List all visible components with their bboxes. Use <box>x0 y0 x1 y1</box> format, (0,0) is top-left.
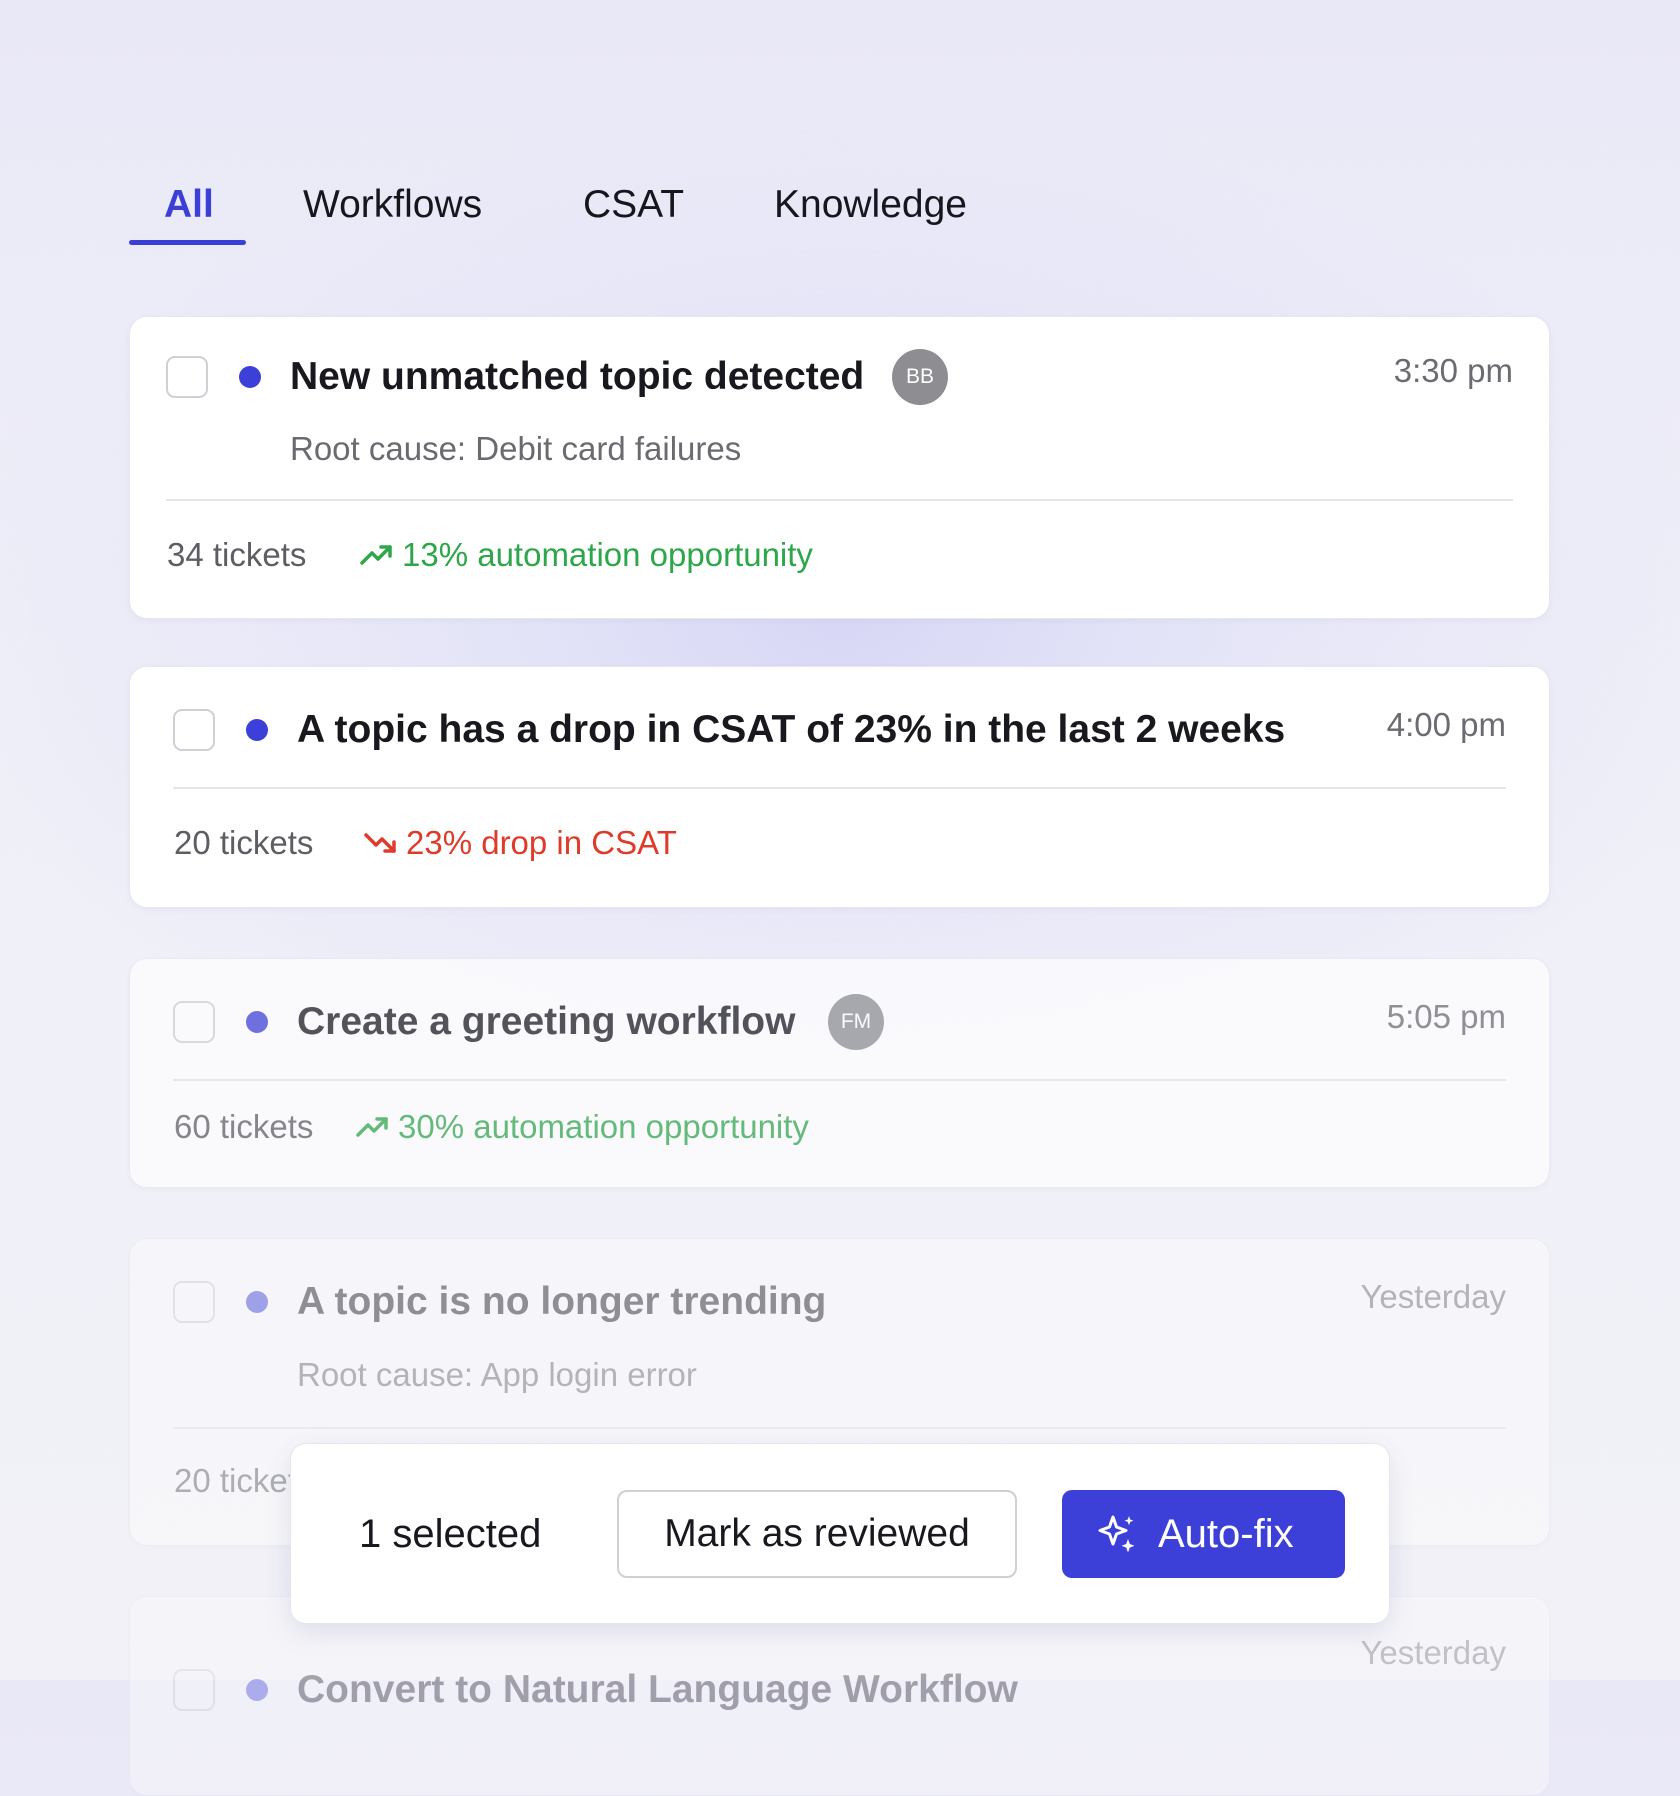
card-time: Yesterday <box>1360 1634 1506 1671</box>
card-title: Convert to Natural Language Workflow <box>297 1668 1018 1711</box>
selected-count: 1 selected <box>359 1512 542 1556</box>
unread-dot <box>246 1679 268 1701</box>
insight-card[interactable]: Create a greeting workflow FM 5:05 pm 60… <box>129 958 1550 1188</box>
tab-workflows[interactable]: Workflows <box>303 180 482 230</box>
card-title: A topic is no longer trending <box>297 1280 827 1323</box>
card-root-cause: Root cause: Debit card failures <box>290 430 742 467</box>
avatar: FM <box>828 994 884 1050</box>
insight-card[interactable]: A topic has a drop in CSAT of 23% in the… <box>129 666 1550 908</box>
card-title: Create a greeting workflow <box>297 1000 796 1043</box>
card-time: 5:05 pm <box>1386 998 1506 1035</box>
card-time: 4:00 pm <box>1386 706 1506 743</box>
insight-card[interactable]: New unmatched topic detected BB 3:30 pm … <box>129 316 1550 619</box>
tab-csat[interactable]: CSAT <box>583 180 684 230</box>
card-divider <box>173 787 1506 789</box>
unread-dot <box>246 1011 268 1033</box>
trend-up-icon <box>356 1117 388 1138</box>
trend-text: 23% drop in CSAT <box>406 824 677 861</box>
card-divider <box>173 1427 1506 1429</box>
card-time: 3:30 pm <box>1393 352 1513 389</box>
tab-all[interactable]: All <box>164 180 214 230</box>
trend-down-icon <box>364 833 396 854</box>
insight-card[interactable]: Convert to Natural Language Workflow Yes… <box>129 1596 1550 1796</box>
trend-text: 13% automation opportunity <box>402 536 813 573</box>
card-title: A topic has a drop in CSAT of 23% in the… <box>297 708 1286 751</box>
trend-up-icon <box>360 545 392 566</box>
trend-label: 30% automation opportunity <box>356 1107 809 1147</box>
active-tab-indicator <box>129 240 246 245</box>
unread-dot <box>246 719 268 741</box>
card-root-cause: Root cause: App login error <box>297 1356 697 1393</box>
card-checkbox[interactable] <box>173 709 215 751</box>
card-divider <box>166 499 1513 501</box>
avatar: BB <box>892 349 948 405</box>
trend-text: 30% automation opportunity <box>398 1108 809 1145</box>
ticket-count: 60 tickets <box>174 1108 314 1145</box>
ticket-count: 20 tickets <box>174 824 314 861</box>
unread-dot <box>246 1291 268 1313</box>
ticket-count: 34 tickets <box>167 536 307 573</box>
card-title: New unmatched topic detected <box>290 355 865 398</box>
card-checkbox[interactable] <box>166 356 208 398</box>
tab-knowledge[interactable]: Knowledge <box>774 180 967 230</box>
tab-bar: All Workflows CSAT Knowledge <box>129 180 1129 248</box>
card-time: Yesterday <box>1360 1278 1506 1315</box>
sparkle-icon <box>1098 1515 1135 1553</box>
auto-fix-button[interactable]: Auto-fix <box>1062 1490 1345 1578</box>
bulk-action-bar: 1 selected Mark as reviewed Auto-fix <box>290 1443 1390 1624</box>
card-divider <box>173 1079 1506 1081</box>
mark-as-reviewed-button[interactable]: Mark as reviewed <box>617 1490 1017 1578</box>
card-checkbox[interactable] <box>173 1669 215 1711</box>
trend-label: 23% drop in CSAT <box>364 823 677 863</box>
auto-fix-label: Auto-fix <box>1158 1512 1294 1556</box>
card-checkbox[interactable] <box>173 1001 215 1043</box>
unread-dot <box>239 366 261 388</box>
card-checkbox[interactable] <box>173 1281 215 1323</box>
trend-label: 13% automation opportunity <box>360 535 813 575</box>
